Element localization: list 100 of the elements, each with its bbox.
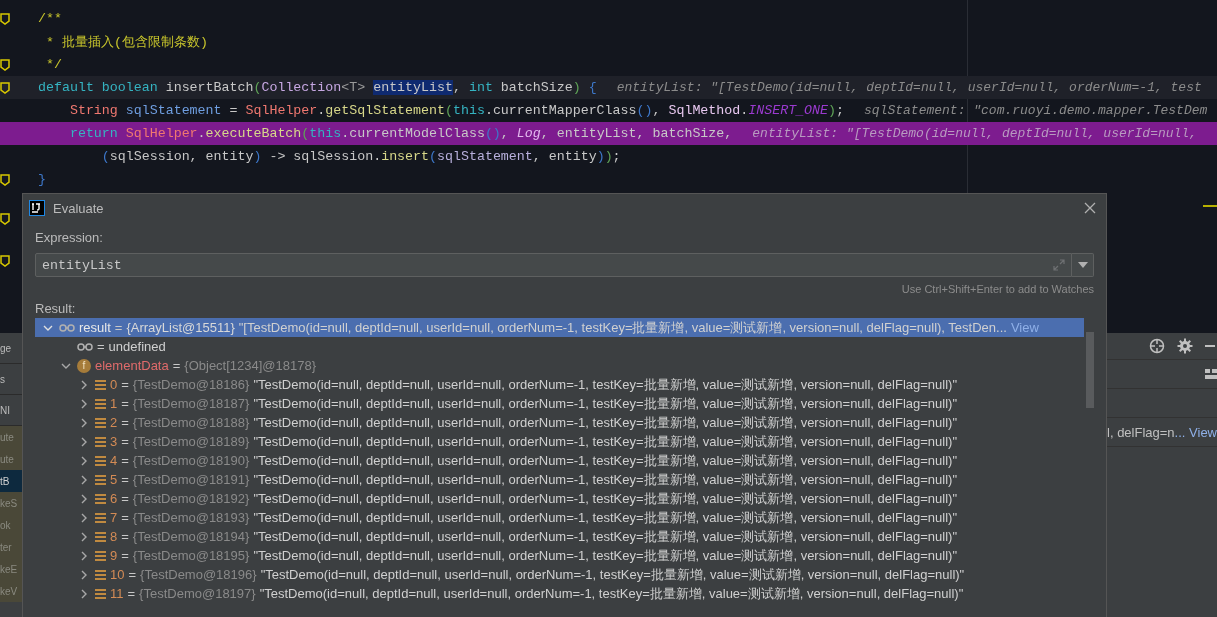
list-icon	[95, 531, 106, 542]
object-reference: {TestDemo@18193}	[132, 510, 250, 525]
tree-row[interactable]: 8 = {TestDemo@18194} "TestDemo(id=null, deptId=null, userId=null, orderNum=-1, testKey=批量新增, value=测试新增, version=null, delFlag=null)"	[35, 527, 1084, 546]
value-text: "TestDemo(id=null, deptId=null, userId=null, orderNum=-1, testKey=批量新增, value=测试新增, version=null, delFlag=null)"	[253, 546, 957, 565]
value-text: "TestDemo(id=null, deptId=null, userId=null, orderNum=-1, testKey=批量新增, value=测试新增, version=null, delFlag=null)"	[253, 527, 957, 546]
tree-row[interactable]: 9 = {TestDemo@18195} "TestDemo(id=null, deptId=null, userId=null, orderNum=-1, testKey=批量新增, value=测试新增, version=null, delFlag=null)"	[35, 546, 1084, 565]
value-text: "TestDemo(id=null, deptId=null, userId=null, orderNum=-1, testKey=批量新增, value=测试新增, version=null, delFlag=null)"	[260, 565, 965, 584]
equals-sign: =	[114, 320, 123, 335]
tree-row[interactable]: 0 = {TestDemo@18186} "TestDemo(id=null, deptId=null, userId=null, orderNum=-1, testKey=批量新增, value=测试新增, version=null, delFlag=null)"	[35, 375, 1084, 394]
equals-sign: =	[97, 339, 105, 354]
dialog-title: Evaluate	[53, 200, 105, 216]
caret-icon[interactable]	[79, 512, 89, 523]
tree-row[interactable]: 10 = {TestDemo@18196} "TestDemo(id=null, deptId=null, userId=null, orderNum=-1, testKey=批量新增, value=测试新增, version=null, delFlag=null)"	[35, 565, 1084, 584]
list-icon	[95, 417, 106, 428]
caret-icon[interactable]	[79, 398, 89, 409]
caret-icon[interactable]	[79, 455, 89, 466]
bookmark-icon[interactable]	[0, 81, 10, 94]
bookmark-icon[interactable]	[0, 173, 10, 186]
layout-icon[interactable]	[1205, 369, 1217, 379]
tree-row[interactable]: f elementData = {Object[1234]@18178}	[35, 356, 1084, 375]
tree-row[interactable]: 7 = {TestDemo@18193} "TestDemo(id=null, deptId=null, userId=null, orderNum=-1, testKey=批量新增, value=测试新增, version=null, delFlag=null)"	[35, 508, 1084, 527]
variable-name: 5	[110, 472, 118, 487]
tree-row[interactable]: = undefined	[35, 337, 1084, 356]
expression-input[interactable]: entityList	[42, 257, 1053, 273]
equals-sign: =	[121, 434, 129, 449]
equals-sign: =	[128, 567, 137, 582]
value-text: "[TestDemo(id=null, deptId=null, userId=null, orderNum=-1, testKey=批量新增, value=测试新增, version=null, delFlag=null), TestDen...	[238, 318, 1007, 337]
caret-icon[interactable]	[79, 588, 89, 599]
frame-item[interactable]: tB	[0, 470, 22, 492]
history-dropdown-button[interactable]	[1072, 253, 1094, 277]
equals-sign: =	[121, 377, 129, 392]
glasses-icon	[59, 323, 75, 332]
tree-row[interactable]: result = {ArrayList@15511} "[TestDemo(id=null, deptId=null, userId=null, orderNum=-1, testKey=批量新增, value=测试新增, version=null, delFlag=null), TestDen... View	[35, 318, 1084, 337]
caret-icon[interactable]	[79, 379, 89, 390]
value-text: "TestDemo(id=null, deptId=null, userId=null, orderNum=-1, testKey=批量新增, value=测试新增, version=null, delFlag=null)"	[259, 584, 964, 603]
caret-icon[interactable]	[79, 436, 89, 447]
expression-field[interactable]: entityList	[35, 253, 1072, 277]
list-icon	[95, 569, 106, 580]
variable-name: elementData	[95, 358, 169, 373]
variable-name: 0	[110, 377, 118, 392]
equals-sign: =	[121, 472, 129, 487]
variable-name: result	[79, 320, 111, 335]
object-reference: {TestDemo@18194}	[132, 529, 250, 544]
code-text: }	[38, 172, 46, 187]
app-logo-icon	[29, 200, 45, 216]
object-reference: {Object[1234]@18178}	[184, 358, 317, 373]
caret-icon[interactable]	[79, 531, 89, 542]
variable-name: 4	[110, 453, 118, 468]
equals-sign: =	[121, 529, 129, 544]
code-text: String sqlStatement = SqlHelper.getSqlStatement(this.currentMapperClass(), SqlMethod.INSERT_ONE);	[68, 103, 845, 118]
close-icon[interactable]	[1084, 202, 1096, 214]
list-icon	[95, 512, 106, 523]
value-text: "TestDemo(id=null, deptId=null, userId=null, orderNum=-1, testKey=批量新增, value=测试新增, version=null, delFlag=null)"	[253, 375, 957, 394]
object-reference: {TestDemo@18188}	[132, 415, 250, 430]
field-icon: f	[77, 358, 91, 373]
inline-value-hint: sqlStatement: "com.ruoyi.demo.mapper.TestDem	[864, 103, 1208, 118]
value-text: "TestDemo(id=null, deptId=null, userId=null, orderNum=-1, testKey=批量新增, value=测试新增, version=null, delFlag=null)"	[253, 451, 957, 470]
bookmark-icon[interactable]	[0, 213, 10, 225]
equals-sign: =	[121, 510, 129, 525]
list-icon	[95, 550, 106, 561]
object-reference: {TestDemo@18190}	[132, 453, 250, 468]
tree-row[interactable]: 2 = {TestDemo@18188} "TestDemo(id=null, deptId=null, userId=null, orderNum=-1, testKey=批量新增, value=测试新增, version=null, delFlag=null)"	[35, 413, 1084, 432]
variable-name: 6	[110, 491, 118, 506]
caret-icon[interactable]	[79, 493, 89, 504]
list-icon	[95, 379, 106, 390]
tree-row[interactable]: 4 = {TestDemo@18190} "TestDemo(id=null, deptId=null, userId=null, orderNum=-1, testKey=批量新增, value=测试新增, version=null, delFlag=null)"	[35, 451, 1084, 470]
tree-row[interactable]: 11 = {TestDemo@18197} "TestDemo(id=null, deptId=null, userId=null, orderNum=-1, testKey=批量新增, value=测试新增, version=null, delFlag=null)"	[35, 584, 1084, 603]
tree-row[interactable]: 6 = {TestDemo@18192} "TestDemo(id=null, deptId=null, userId=null, orderNum=-1, testKey=批量新增, value=测试新增, version=null, delFlag=null)"	[35, 489, 1084, 508]
bookmark-icon[interactable]	[0, 255, 10, 267]
crosshair-icon[interactable]	[1149, 338, 1165, 354]
hint-text: Use Ctrl+Shift+Enter to add to Watches	[901, 283, 1094, 295]
caret-icon[interactable]	[79, 474, 89, 485]
code-text: (sqlSession, entity) -> sqlSession.insert(sqlStatement, entity));	[100, 149, 621, 164]
caret-icon[interactable]	[79, 417, 89, 428]
equals-sign: =	[121, 415, 129, 430]
equals-sign: =	[121, 453, 129, 468]
list-icon	[95, 436, 106, 447]
object-reference: {TestDemo@18186}	[132, 377, 250, 392]
settings-icon[interactable]	[1177, 338, 1193, 354]
caret-icon[interactable]	[79, 550, 89, 561]
glasses-icon	[77, 342, 93, 351]
tree-row[interactable]: 3 = {TestDemo@18189} "TestDemo(id=null, deptId=null, userId=null, orderNum=-1, testKey=批量新增, value=测试新增, version=null, delFlag=null)"	[35, 432, 1084, 451]
object-reference: {TestDemo@18196}	[140, 567, 257, 582]
caret-icon[interactable]	[79, 569, 89, 580]
variable-name: 10	[110, 567, 125, 582]
value-text: "TestDemo(id=null, deptId=null, userId=null, orderNum=-1, testKey=批量新增, value=测试新增, version=null, delFlag=null)"	[253, 508, 957, 527]
value-text: "TestDemo(id=null, deptId=null, userId=null, orderNum=-1, testKey=批量新增, value=测试新增, version=null, delFlag=null)"	[253, 394, 957, 413]
tree-row[interactable]: 5 = {TestDemo@18191} "TestDemo(id=null, deptId=null, userId=null, orderNum=-1, testKey=批量新增, value=测试新增, version=null, delFlag=null)"	[35, 470, 1084, 489]
list-icon	[95, 455, 106, 466]
object-reference: {TestDemo@18192}	[132, 491, 250, 506]
variable-name: 1	[110, 396, 118, 411]
bookmark-icon[interactable]	[0, 12, 10, 25]
bookmark-icon[interactable]	[0, 58, 10, 71]
tree-row[interactable]: 1 = {TestDemo@18187} "TestDemo(id=null, deptId=null, userId=null, orderNum=-1, testKey=批量新增, value=测试新增, version=null, delFlag=null)"	[35, 394, 1084, 413]
equals-sign: =	[121, 396, 129, 411]
equals-sign: =	[121, 548, 129, 563]
list-icon	[95, 398, 106, 409]
value-text: "TestDemo(id=null, deptId=null, userId=null, orderNum=-1, testKey=批量新增, value=测试新增, version=null, delFlag=null)"	[253, 470, 957, 489]
value-text: "TestDemo(id=null, deptId=null, userId=null, orderNum=-1, testKey=批量新增, value=测试新增, version=null, delFlag=null)"	[253, 489, 957, 508]
view-link[interactable]: ... View	[1174, 424, 1217, 440]
